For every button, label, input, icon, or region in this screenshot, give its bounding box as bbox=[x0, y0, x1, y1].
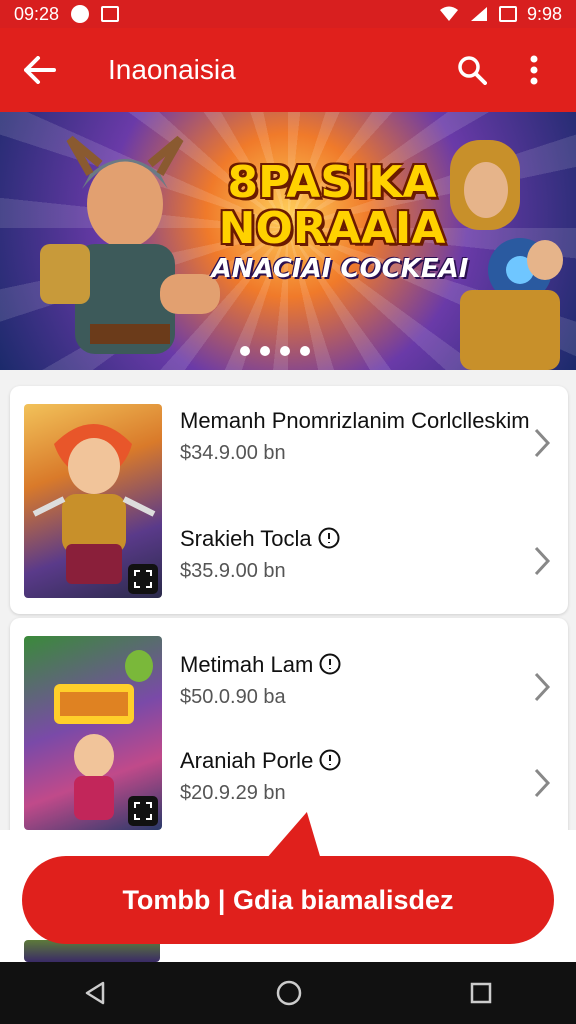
item-price: $34.9.00 bn bbox=[180, 442, 286, 464]
status-bar: 09:28 9:98 bbox=[0, 0, 576, 28]
list-item[interactable]: Araniah Porle $20.9.29 bn bbox=[180, 748, 560, 838]
status-right-time: 9:98 bbox=[526, 3, 562, 24]
list-item[interactable]: Srakieh Tocla $35.9.00 bn bbox=[180, 526, 560, 616]
pager-dot[interactable] bbox=[260, 346, 270, 356]
search-button[interactable] bbox=[450, 48, 494, 92]
pager-dot[interactable] bbox=[280, 346, 290, 356]
nav-back-icon[interactable] bbox=[83, 980, 109, 1006]
item-price: $20.9.29 bn bbox=[180, 782, 286, 804]
app-notification-icon bbox=[101, 6, 120, 22]
primary-cta-button[interactable]: Tombb | Gdia biamalisdez bbox=[22, 856, 554, 944]
banner-pager bbox=[240, 346, 310, 356]
nav-home-icon[interactable] bbox=[275, 979, 303, 1007]
signal-icon bbox=[470, 7, 487, 21]
product-thumbnail[interactable] bbox=[24, 404, 162, 598]
chevron-right-icon bbox=[534, 768, 551, 798]
list-item[interactable]: Metimah Lam $50.0.90 ba bbox=[180, 652, 560, 742]
notification-icon bbox=[71, 5, 90, 23]
more-options-button[interactable] bbox=[512, 48, 556, 92]
product-thumbnail[interactable] bbox=[24, 636, 162, 830]
list-item[interactable]: Memanh Pnomrizlanim Corlclleskim $34.9.0… bbox=[180, 408, 560, 498]
expand-icon bbox=[134, 802, 152, 820]
battery-icon bbox=[498, 6, 517, 22]
chevron-right-icon bbox=[534, 546, 551, 576]
system-nav-bar bbox=[0, 962, 576, 1024]
item-name: Araniah Porle bbox=[180, 748, 560, 774]
more-vert-icon bbox=[530, 55, 538, 85]
banner-subline: ANACIAI COCKEAI bbox=[211, 254, 469, 284]
back-arrow-icon bbox=[24, 56, 56, 84]
expand-button[interactable] bbox=[128, 796, 158, 826]
chevron-right-icon bbox=[534, 428, 551, 458]
pager-dot[interactable] bbox=[240, 346, 250, 356]
pager-dot[interactable] bbox=[300, 346, 310, 356]
product-card: Memanh Pnomrizlanim Corlclleskim $34.9.0… bbox=[10, 386, 568, 614]
item-name: Memanh Pnomrizlanim Corlclleskim bbox=[180, 408, 530, 433]
chevron-right-icon bbox=[534, 672, 551, 702]
promo-banner[interactable]: 8PASIKA NORAAIA ANACIAI COCKEAI bbox=[0, 112, 576, 370]
info-icon bbox=[319, 653, 341, 675]
item-price: $35.9.00 bn bbox=[180, 560, 286, 582]
back-button[interactable] bbox=[0, 28, 80, 112]
info-icon bbox=[319, 749, 341, 771]
item-price: $50.0.90 ba bbox=[180, 686, 286, 708]
banner-headline: 8PASIKA NORAAIA bbox=[218, 157, 446, 254]
page-title: Inaonaisia bbox=[108, 54, 236, 85]
search-icon bbox=[458, 56, 487, 85]
info-icon bbox=[318, 527, 340, 549]
nav-recents-icon[interactable] bbox=[469, 981, 493, 1005]
hero-warrior-illustration bbox=[40, 135, 220, 354]
expand-button[interactable] bbox=[128, 564, 158, 594]
item-name: Srakieh Tocla bbox=[180, 526, 560, 552]
expand-icon bbox=[134, 570, 152, 588]
item-name: Metimah Lam bbox=[180, 652, 560, 678]
wifi-icon bbox=[439, 6, 458, 21]
app-bar: Inaonaisia bbox=[0, 28, 576, 112]
status-time: 09:28 bbox=[14, 3, 60, 24]
